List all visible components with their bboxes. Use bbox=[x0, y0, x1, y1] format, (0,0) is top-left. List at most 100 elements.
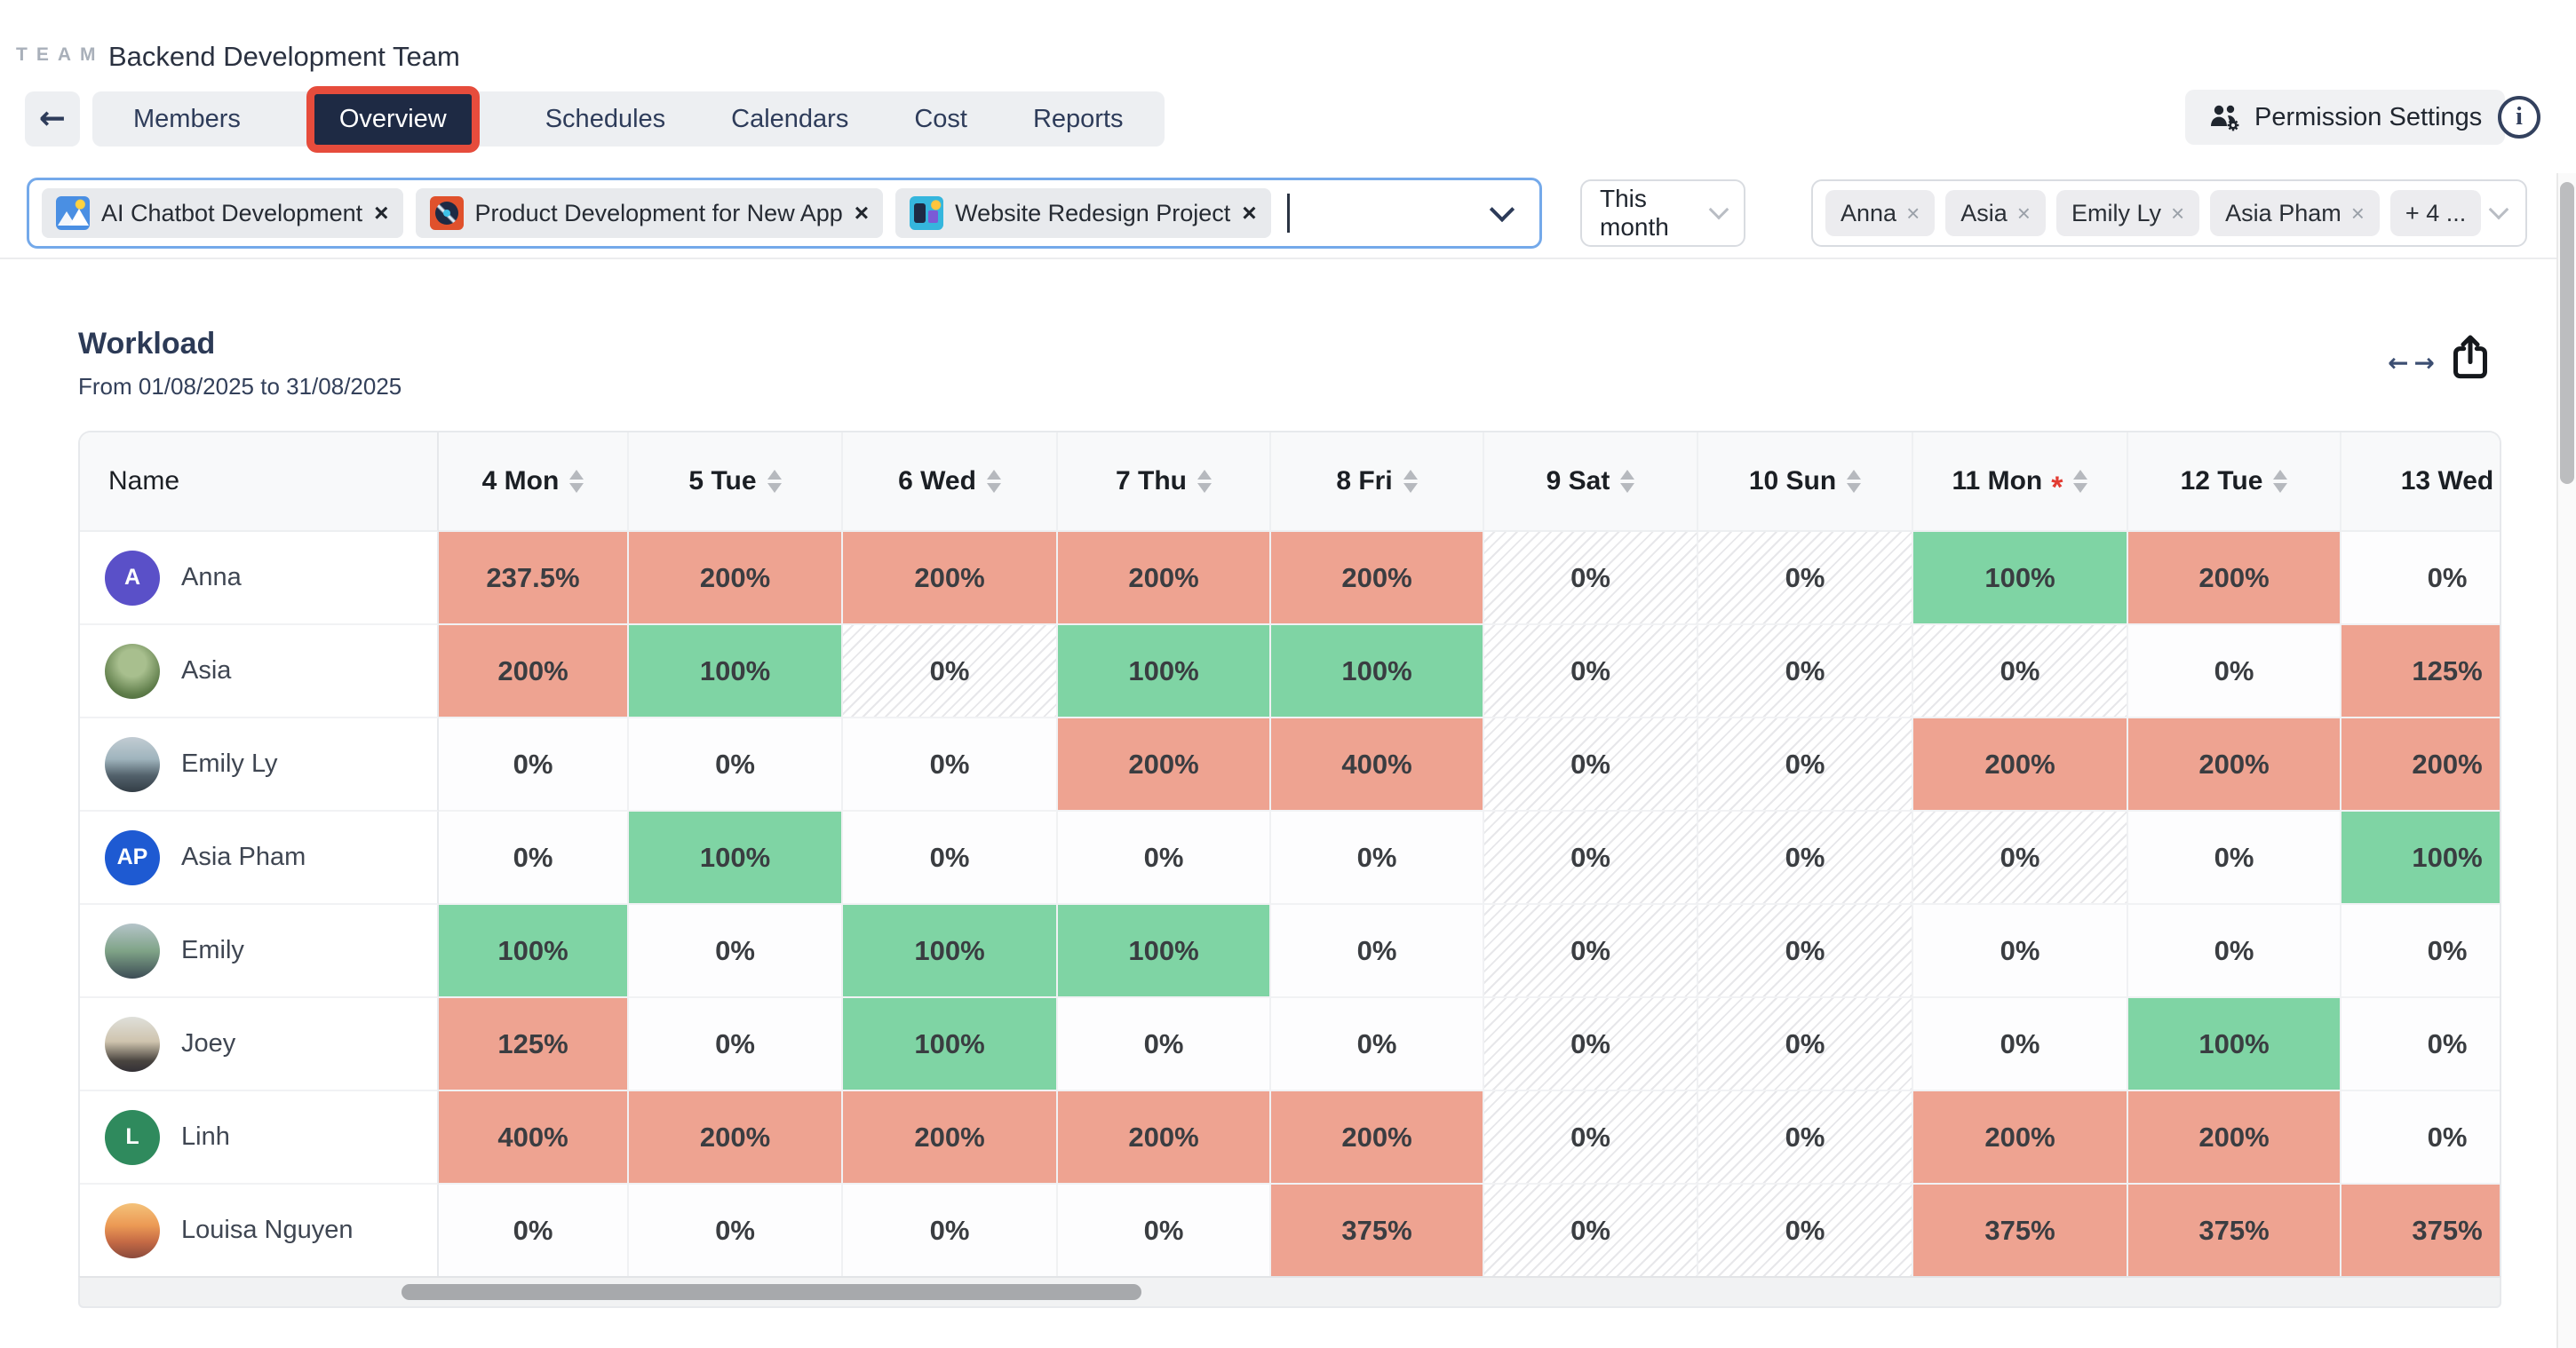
workload-cell: 125% bbox=[2341, 625, 2501, 718]
member-name-cell: Emily bbox=[80, 905, 439, 998]
workload-cell: 237.5% bbox=[439, 532, 629, 625]
tab-cost[interactable]: Cost bbox=[914, 105, 967, 134]
column-header[interactable]: 9 Sat bbox=[1484, 432, 1698, 532]
sort-icon[interactable] bbox=[2073, 470, 2087, 493]
sort-icon[interactable] bbox=[1620, 470, 1634, 493]
column-header[interactable]: 11 Mon* bbox=[1913, 432, 2128, 532]
column-header[interactable]: 8 Fri bbox=[1271, 432, 1484, 532]
workload-cell: 375% bbox=[1913, 1185, 2128, 1276]
member-filter-select[interactable]: Anna×Asia×Emily Ly× Asia Pham × + 4 ... bbox=[1811, 179, 2527, 247]
sort-up-arrow bbox=[2073, 470, 2087, 480]
member-name: Asia Pham bbox=[181, 843, 306, 872]
remove-icon[interactable]: × bbox=[2017, 202, 2031, 225]
workload-cell: 0% bbox=[1484, 905, 1698, 998]
project-chip-label: AI Chatbot Development bbox=[101, 200, 362, 227]
member-name: Linh bbox=[181, 1122, 230, 1152]
sort-up-arrow bbox=[767, 470, 782, 480]
sort-icon[interactable] bbox=[767, 470, 782, 493]
sort-icon[interactable] bbox=[2273, 470, 2287, 493]
sort-icon[interactable] bbox=[1197, 470, 1212, 493]
workload-title: Workload bbox=[78, 327, 215, 361]
remove-icon[interactable]: × bbox=[374, 201, 388, 226]
export-icon[interactable] bbox=[2450, 334, 2491, 385]
column-header[interactable]: 7 Thu bbox=[1058, 432, 1271, 532]
vertical-scrollbar[interactable] bbox=[2556, 173, 2576, 1348]
workload-cell: 0% bbox=[843, 812, 1058, 905]
arrow-left-glyph: ← bbox=[2388, 348, 2408, 377]
expand-horizontal-icon[interactable]: ← → bbox=[2388, 348, 2435, 377]
workload-cell: 0% bbox=[1698, 1185, 1913, 1276]
member-name: Emily Ly bbox=[181, 749, 278, 779]
tab-schedules[interactable]: Schedules bbox=[545, 105, 665, 134]
vertical-scrollbar-thumb[interactable] bbox=[2560, 182, 2574, 484]
column-header[interactable]: 5 Tue bbox=[629, 432, 843, 532]
table-row: AAnna237.5%200%200%200%200%0%0%100%200%0… bbox=[80, 532, 2500, 625]
member-chip-label: Asia Pham bbox=[2225, 200, 2341, 227]
table-row: Louisa Nguyen0%0%0%0%375%0%0%375%375%375… bbox=[80, 1185, 2500, 1276]
sort-icon[interactable] bbox=[987, 470, 1001, 493]
member-name: Asia bbox=[181, 656, 231, 686]
column-header[interactable]: 4 Mon bbox=[439, 432, 629, 532]
workload-cell: 400% bbox=[439, 1091, 629, 1185]
permission-settings-button[interactable]: Permission Settings bbox=[2185, 90, 2505, 145]
member-name-cell: Asia bbox=[80, 625, 439, 718]
back-button[interactable]: ← bbox=[25, 91, 80, 147]
project-chip[interactable]: Product Development for New App× bbox=[416, 188, 884, 238]
tab-calendars[interactable]: Calendars bbox=[731, 105, 848, 134]
sort-icon[interactable] bbox=[1403, 470, 1418, 493]
member-chip[interactable]: Anna× bbox=[1825, 190, 1935, 236]
column-header-name: Name bbox=[80, 432, 439, 532]
avatar bbox=[105, 737, 160, 792]
sort-up-arrow bbox=[569, 470, 584, 480]
chevron-down-icon bbox=[1709, 200, 1729, 220]
workload-cell: 0% bbox=[1913, 625, 2128, 718]
workload-cell: 0% bbox=[2128, 905, 2341, 998]
users-gear-icon bbox=[2208, 103, 2240, 131]
remove-icon[interactable]: × bbox=[855, 201, 869, 226]
remove-icon[interactable]: × bbox=[1906, 202, 1920, 225]
member-chip-label: + 4 ... bbox=[2405, 200, 2466, 227]
sort-icon[interactable] bbox=[1847, 470, 1861, 493]
remove-icon[interactable]: × bbox=[2171, 202, 2184, 225]
column-header[interactable]: 12 Tue bbox=[2128, 432, 2341, 532]
horizontal-scrollbar-thumb[interactable] bbox=[402, 1284, 1141, 1300]
info-icon[interactable]: i bbox=[2498, 96, 2540, 139]
workload-cell: 0% bbox=[1698, 812, 1913, 905]
table-row: Emily Ly0%0%0%200%400%0%0%200%200%200% bbox=[80, 718, 2500, 812]
horizontal-scrollbar[interactable] bbox=[78, 1276, 2501, 1308]
chevron-down-icon[interactable] bbox=[2489, 200, 2509, 220]
arrow-right-glyph: → bbox=[2413, 348, 2434, 377]
nav-bar: ← MembersOverviewSchedulesCalendarsCostR… bbox=[25, 91, 1165, 147]
member-name: Joey bbox=[181, 1029, 235, 1059]
avatar bbox=[105, 924, 160, 979]
tab-overview[interactable]: Overview bbox=[306, 86, 480, 153]
workload-cell: 0% bbox=[1698, 1091, 1913, 1185]
workload-cell: 100% bbox=[439, 905, 629, 998]
member-chip[interactable]: Asia× bbox=[1945, 190, 2046, 236]
member-name-cell: Joey bbox=[80, 998, 439, 1091]
column-header[interactable]: 6 Wed bbox=[843, 432, 1058, 532]
member-chip[interactable]: Emily Ly× bbox=[2056, 190, 2199, 236]
workload-cell: 0% bbox=[843, 625, 1058, 718]
column-header[interactable]: 10 Sun bbox=[1698, 432, 1913, 532]
tab-reports[interactable]: Reports bbox=[1033, 105, 1124, 134]
project-chip[interactable]: Website Redesign Project× bbox=[895, 188, 1271, 238]
project-filter-select[interactable]: AI Chatbot Development×Product Developme… bbox=[27, 178, 1542, 249]
sort-icon[interactable] bbox=[569, 470, 584, 493]
member-chip[interactable]: + 4 ... bbox=[2390, 190, 2481, 236]
workload-cell: 200% bbox=[1271, 532, 1484, 625]
tab-bar: MembersOverviewSchedulesCalendarsCostRep… bbox=[92, 91, 1165, 147]
workload-cell: 0% bbox=[1698, 625, 1913, 718]
remove-icon[interactable]: × bbox=[2351, 202, 2365, 225]
avatar bbox=[105, 644, 160, 699]
period-dropdown[interactable]: This month bbox=[1580, 179, 1745, 247]
remove-icon[interactable]: × bbox=[1242, 201, 1256, 226]
project-chip[interactable]: AI Chatbot Development × bbox=[42, 188, 403, 238]
member-chip[interactable]: Asia Pham × bbox=[2210, 190, 2380, 236]
sort-down-arrow bbox=[2273, 483, 2287, 493]
tab-members[interactable]: Members bbox=[133, 105, 241, 134]
workload-cell: 0% bbox=[439, 718, 629, 812]
sort-up-arrow bbox=[1197, 470, 1212, 480]
chevron-down-icon[interactable] bbox=[1490, 197, 1515, 222]
sort-up-arrow bbox=[2273, 470, 2287, 480]
